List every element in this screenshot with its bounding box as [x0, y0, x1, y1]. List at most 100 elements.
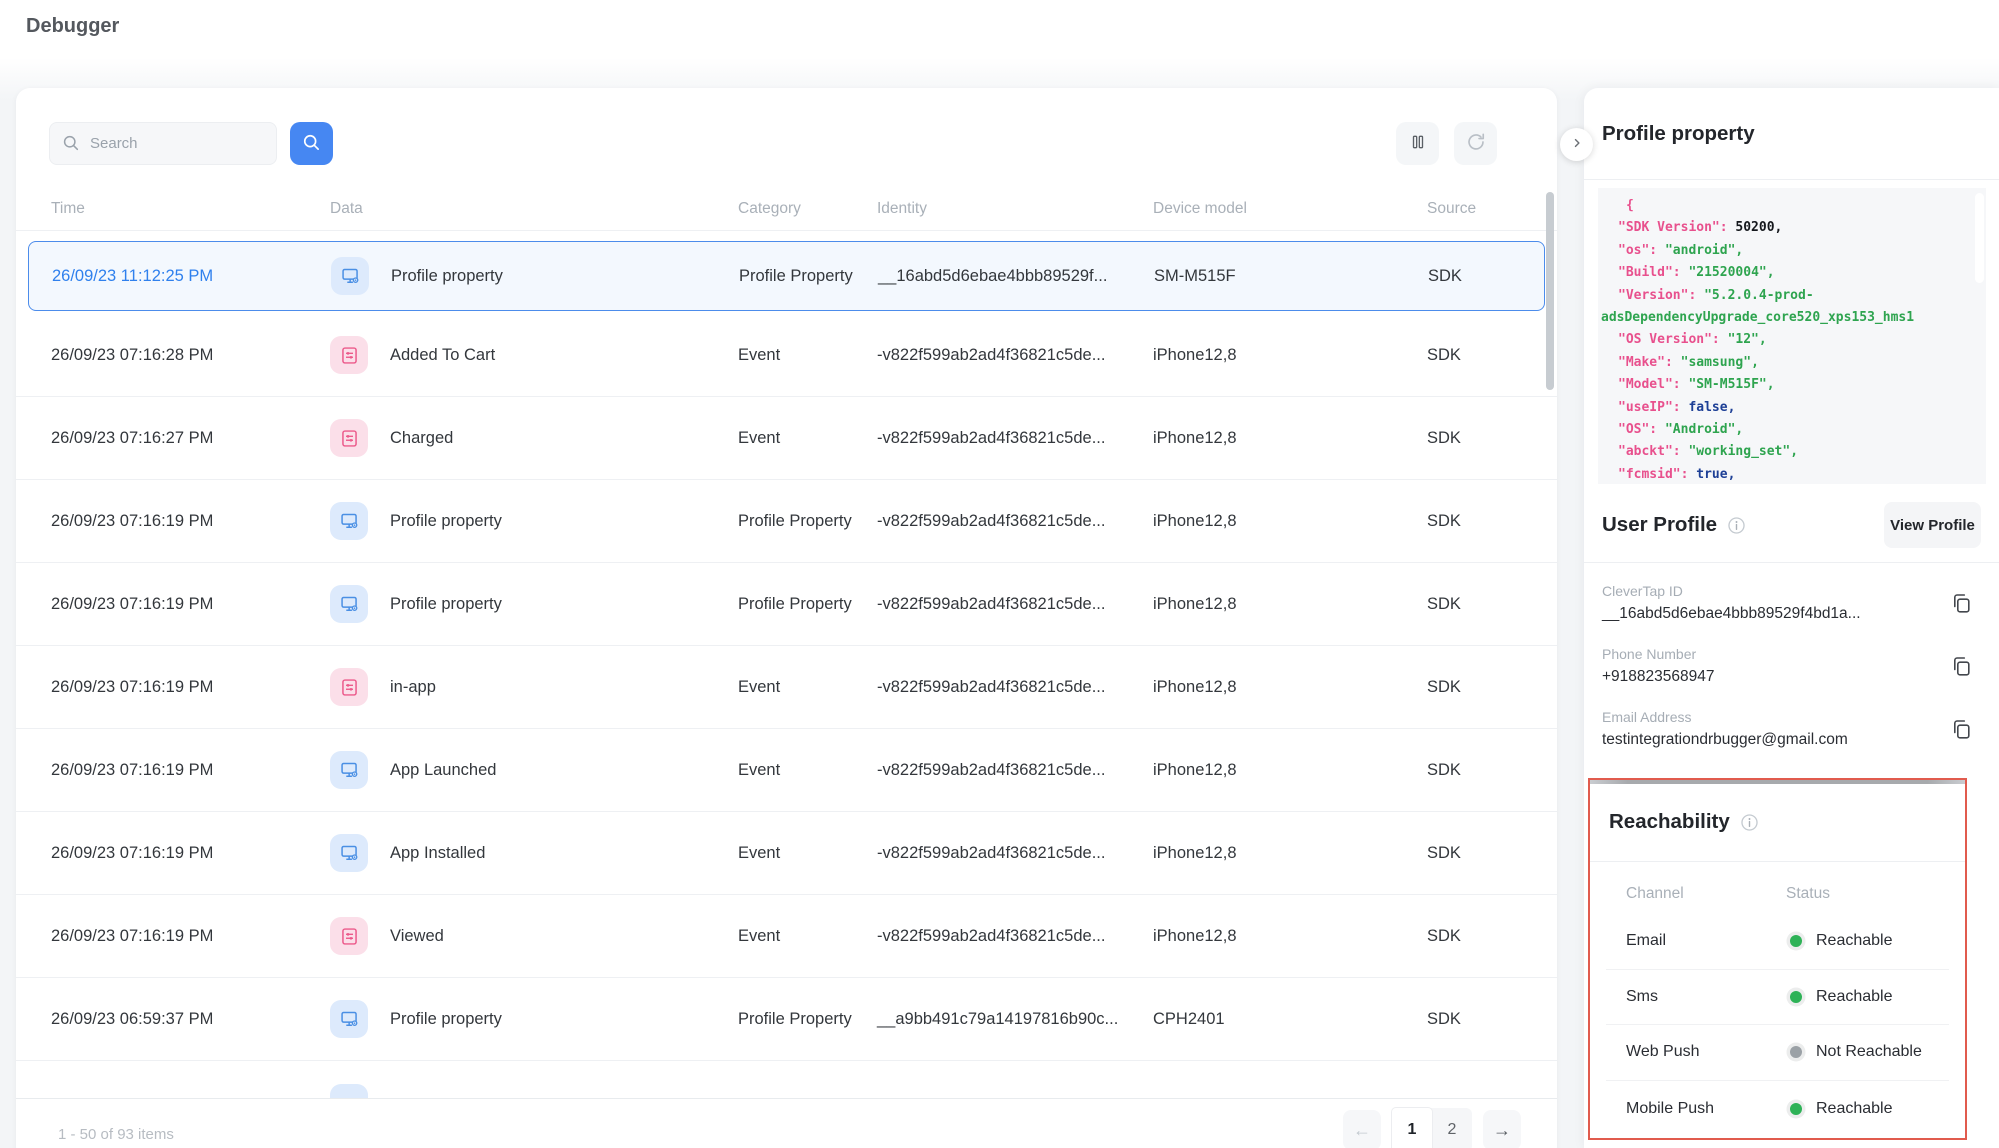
row-time: 26/09/23 07:16:19 PM: [51, 595, 330, 614]
row-event-name: Profile property: [391, 267, 739, 286]
search-input-wrap: [49, 122, 277, 165]
copy-icon[interactable]: [1949, 654, 1973, 678]
debugger-screen: Debugger: [0, 0, 1999, 1148]
panel-header: Profile property: [1584, 88, 1999, 180]
row-time: 26/09/23 07:16:19 PM: [51, 844, 330, 863]
row-time: 26/09/23 07:16:19 PM: [51, 927, 330, 946]
table-row[interactable]: 26/09/23 07:16:27 PM Charged Event -v822…: [16, 397, 1557, 480]
row-event-name: Charged: [390, 429, 738, 448]
row-category: Profile Property: [738, 1010, 877, 1029]
reachability-row: Sms Reachable: [1606, 970, 1949, 1026]
toolbar-actions: [1396, 122, 1527, 165]
search-input[interactable]: [49, 122, 277, 165]
row-event-name: Added To Cart: [390, 346, 738, 365]
page-number-group: 1 2: [1392, 1108, 1472, 1148]
column-header-time: Time: [51, 200, 330, 218]
json-value: "samsung",: [1681, 355, 1759, 370]
row-source: SDK: [1428, 267, 1544, 286]
copy-icon[interactable]: [1949, 591, 1973, 615]
json-value: false,: [1688, 400, 1735, 415]
previous-page-button[interactable]: ←: [1343, 1110, 1381, 1148]
row-event-name: App Installed: [390, 844, 738, 863]
row-event-name: Profile property: [390, 595, 738, 614]
row-category: Event: [738, 844, 877, 863]
row-identity: -v822f599ab2ad4f36821c5de...: [877, 429, 1153, 448]
table-row-partial[interactable]: [16, 1061, 1557, 1099]
row-device-model: SM-M515F: [1154, 267, 1428, 286]
row-source: SDK: [1427, 429, 1557, 448]
collapse-panel-button[interactable]: [1560, 128, 1593, 161]
divider: [1590, 861, 1965, 862]
row-time: 26/09/23 07:16:19 PM: [51, 512, 330, 531]
copy-icon[interactable]: [1949, 717, 1973, 741]
table-row[interactable]: 26/09/23 07:16:19 PM Profile property Pr…: [16, 563, 1557, 646]
table-row[interactable]: 26/09/23 07:16:19 PM App Installed Event…: [16, 812, 1557, 895]
page-button-2[interactable]: 2: [1432, 1108, 1472, 1148]
search-button[interactable]: [290, 122, 333, 165]
row-category: Profile Property: [739, 267, 878, 286]
row-identity: -v822f599ab2ad4f36821c5de...: [877, 761, 1153, 780]
reachability-row: Web Push Not Reachable: [1606, 1025, 1949, 1081]
status-label: Not Reachable: [1816, 1043, 1922, 1061]
row-source: SDK: [1427, 927, 1557, 946]
horizontal-scrollbar[interactable]: [1590, 780, 1965, 784]
row-identity: __a9bb491c79a14197816b90c...: [877, 1010, 1153, 1029]
column-header-status: Status: [1786, 885, 1830, 903]
status-dot: [1790, 1103, 1802, 1115]
row-event-name: App Launched: [390, 761, 738, 780]
next-page-button[interactable]: →: [1483, 1110, 1521, 1148]
info-icon[interactable]: [1739, 812, 1760, 833]
info-icon[interactable]: [1726, 515, 1747, 536]
reachability-column-headers: Channel Status: [1606, 884, 1949, 904]
toolbar: [16, 88, 1557, 165]
row-source: SDK: [1427, 512, 1557, 531]
row-source: SDK: [1427, 1010, 1557, 1029]
table-row[interactable]: 26/09/23 06:59:37 PM Profile property Pr…: [16, 978, 1557, 1061]
status-label: Reachable: [1816, 1100, 1893, 1118]
table-row[interactable]: 26/09/23 07:16:28 PM Added To Cart Event…: [16, 314, 1557, 397]
profile-property-icon: [330, 502, 368, 540]
row-source: SDK: [1427, 678, 1557, 697]
status-dot: [1790, 935, 1802, 947]
profile-property-icon: [331, 257, 369, 295]
page-button-1[interactable]: 1: [1392, 1108, 1432, 1148]
table-row[interactable]: 26/09/23 07:16:19 PM in-app Event -v822f…: [16, 646, 1557, 729]
json-value: "5.2.0.4-prod-: [1704, 288, 1814, 303]
row-device-model: iPhone12,8: [1153, 761, 1427, 780]
json-value: adsDependencyUpgrade_core520_xps153_hms1: [1601, 310, 1914, 325]
column-header-source: Source: [1427, 200, 1557, 218]
table-row[interactable]: 26/09/23 07:16:19 PM Viewed Event -v822f…: [16, 895, 1557, 978]
row-event-name: in-app: [390, 678, 738, 697]
table-row[interactable]: 26/09/23 07:16:19 PM App Launched Event …: [16, 729, 1557, 812]
status-label: Reachable: [1816, 932, 1893, 950]
refresh-button[interactable]: [1454, 122, 1497, 165]
code-scrollbar[interactable]: [1975, 193, 1984, 283]
table-row[interactable]: 26/09/23 11:12:25 PM Profile property Pr…: [28, 241, 1545, 311]
row-category: Event: [738, 429, 877, 448]
field-label: CleverTap ID: [1602, 583, 1981, 599]
channel-label: Sms: [1606, 988, 1786, 1006]
row-category: Profile Property: [738, 512, 877, 531]
json-value: "Android",: [1665, 422, 1743, 437]
search-icon: [61, 133, 81, 153]
phone-number-field: Phone Number +918823568947: [1602, 646, 1981, 686]
user-profile-header: User Profile View Profile: [1602, 502, 1981, 548]
table-row[interactable]: 26/09/23 07:16:19 PM Profile property Pr…: [16, 480, 1557, 563]
pause-button[interactable]: [1396, 122, 1439, 165]
column-header-channel: Channel: [1606, 885, 1786, 903]
row-source: SDK: [1427, 595, 1557, 614]
reachability-table: Channel Status Email Reachable Sms Reach…: [1590, 884, 1965, 1136]
row-category: Event: [738, 346, 877, 365]
event-icon: [330, 668, 368, 706]
row-device-model: iPhone12,8: [1153, 346, 1427, 365]
view-profile-button[interactable]: View Profile: [1884, 502, 1981, 548]
row-identity: -v822f599ab2ad4f36821c5de...: [877, 927, 1153, 946]
json-value: "android",: [1665, 243, 1743, 258]
page-title: Debugger: [26, 15, 119, 38]
event-icon: [330, 336, 368, 374]
row-identity: -v822f599ab2ad4f36821c5de...: [877, 844, 1153, 863]
column-header-identity: Identity: [877, 200, 1153, 218]
items-count: 1 - 50 of 93 items: [58, 1126, 174, 1143]
profile-property-json: { "SDK Version": 50200, "os": "android",…: [1598, 188, 1986, 484]
table-scrollbar[interactable]: [1546, 192, 1554, 390]
